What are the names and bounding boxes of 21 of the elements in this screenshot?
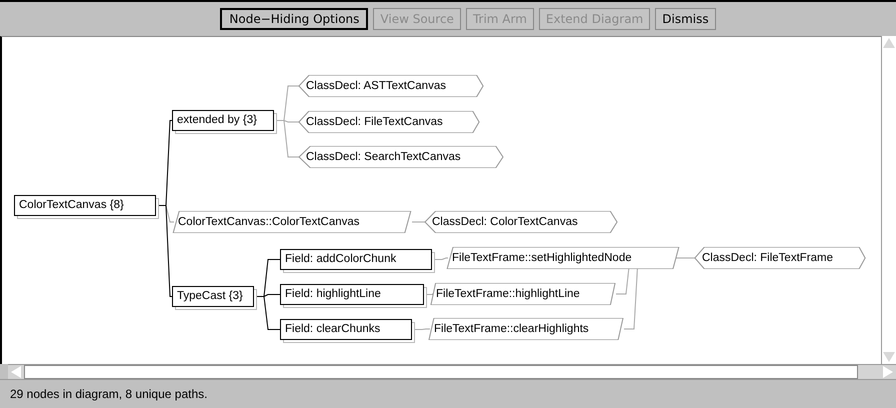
toolbar-button[interactable]: Node−Hiding Options [220,8,368,30]
diagram-node[interactable]: ColorTextCanvas {8} [14,194,156,216]
diagram-node[interactable]: FileTextFrame::setHighlightedNode [446,246,680,269]
diagram-node[interactable]: ClassDecl: FileTextCanvas [298,110,480,133]
diagram-node[interactable]: ClassDecl: SearchTextCanvas [298,146,504,168]
diagram-node[interactable]: TypeCast {3} [172,286,254,307]
diagram-node[interactable]: Field: addColorChunk [280,248,432,270]
diagram-node[interactable]: ClassDecl: ASTTextCanvas [298,74,484,97]
diagram-node[interactable]: ColorTextCanvas::ColorTextCanvas [172,210,412,233]
diagram-node[interactable]: ClassDecl: ColorTextCanvas [424,210,618,233]
connector-line [412,221,426,222]
toolbar-button[interactable]: Dismiss [655,8,716,30]
diagram-node[interactable]: Field: clearChunks [280,318,412,340]
diagram-node[interactable]: FileTextFrame::clearHighlights [428,318,624,340]
vertical-scrollbar[interactable] [881,36,896,364]
diagram-node[interactable]: Field: highlightLine [280,284,424,305]
status-text: 29 nodes in diagram, 8 unique paths. [0,379,896,408]
horizontal-scrollbar[interactable] [8,364,896,380]
diagram-node[interactable]: FileTextFrame::highlightLine [430,282,616,305]
diagram-node[interactable]: extended by {3} [172,110,274,131]
diagram-node[interactable]: ClassDecl: FileTextFrame [694,246,866,269]
